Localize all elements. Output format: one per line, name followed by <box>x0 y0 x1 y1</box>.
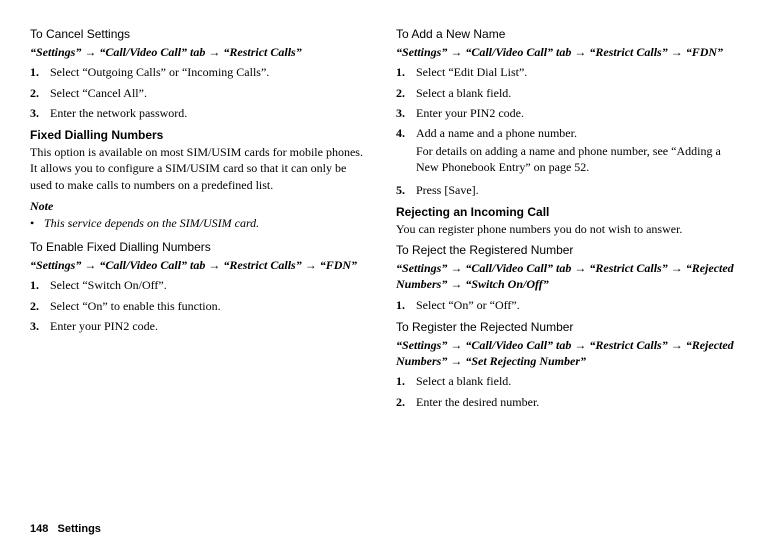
note-body-row: • This service depends on the SIM/USIM c… <box>30 215 368 231</box>
step-text: Select “Outgoing Calls” or “Incoming Cal… <box>50 64 368 80</box>
step-number: 2. <box>396 85 416 101</box>
step-text: Select “Edit Dial List”. <box>416 64 734 80</box>
left-column: To Cancel Settings “Settings” → “Call/Vi… <box>30 24 368 416</box>
step-number: 4. <box>396 125 416 178</box>
enable-fdn-title: To Enable Fixed Dialling Numbers <box>30 239 368 255</box>
step-number: 2. <box>30 85 50 101</box>
bullet-icon: • <box>30 215 44 231</box>
step-subnote: For details on adding a name and phone n… <box>416 143 734 175</box>
step-number: 2. <box>30 298 50 314</box>
step-text: Select a blank field. <box>416 85 734 101</box>
section-name: Settings <box>58 523 101 535</box>
step-text: Enter your PIN2 code. <box>50 318 368 334</box>
reject-call-title: Rejecting an Incoming Call <box>396 204 734 220</box>
step-number: 1. <box>396 297 416 313</box>
cancel-settings-title: To Cancel Settings <box>30 26 368 42</box>
step-text-inner: Add a name and a phone number. <box>416 126 577 140</box>
step-number: 3. <box>30 105 50 121</box>
step-number: 5. <box>396 182 416 198</box>
right-column: To Add a New Name “Settings” → “Call/Vid… <box>396 24 734 416</box>
step-number: 1. <box>396 373 416 389</box>
reject-registered-title: To Reject the Registered Number <box>396 242 734 258</box>
page-number: 148 <box>30 523 48 535</box>
step-text: Select a blank field. <box>416 373 734 389</box>
reject-call-body: You can register phone numbers you do no… <box>396 221 734 237</box>
enable-fdn-steps: 1.Select “Switch On/Off”. 2.Select “On” … <box>30 277 368 334</box>
step-text: Enter your PIN2 code. <box>416 105 734 121</box>
page-content: To Cancel Settings “Settings” → “Call/Vi… <box>30 24 734 416</box>
step-text: Press [Save]. <box>416 182 734 198</box>
add-name-path: “Settings” → “Call/Video Call” tab → “Re… <box>396 44 734 60</box>
step-text: Select “Switch On/Off”. <box>50 277 368 293</box>
register-rejected-title: To Register the Rejected Number <box>396 319 734 335</box>
step-number: 2. <box>396 394 416 410</box>
register-rejected-path: “Settings” → “Call/Video Call” tab → “Re… <box>396 337 734 369</box>
cancel-settings-steps: 1.Select “Outgoing Calls” or “Incoming C… <box>30 64 368 121</box>
add-name-title: To Add a New Name <box>396 26 734 42</box>
step-text: Select “Cancel All”. <box>50 85 368 101</box>
note-body: This service depends on the SIM/USIM car… <box>44 215 259 231</box>
step-text: Select “On” or “Off”. <box>416 297 734 313</box>
step-text: Enter the network password. <box>50 105 368 121</box>
reject-registered-steps: 1.Select “On” or “Off”. <box>396 297 734 313</box>
note-heading: Note <box>30 198 368 214</box>
step-number: 3. <box>396 105 416 121</box>
step-number: 1. <box>30 277 50 293</box>
fdn-title: Fixed Dialling Numbers <box>30 127 368 143</box>
page-footer: 148 Settings <box>30 522 101 537</box>
register-rejected-steps: 1.Select a blank field. 2.Enter the desi… <box>396 373 734 409</box>
step-text: Add a name and a phone number. For detai… <box>416 125 734 178</box>
step-number: 1. <box>30 64 50 80</box>
reject-registered-path: “Settings” → “Call/Video Call” tab → “Re… <box>396 260 734 292</box>
step-number: 1. <box>396 64 416 80</box>
step-number: 3. <box>30 318 50 334</box>
enable-fdn-path: “Settings” → “Call/Video Call” tab → “Re… <box>30 257 368 273</box>
step-text: Select “On” to enable this function. <box>50 298 368 314</box>
add-name-steps: 1.Select “Edit Dial List”. 2.Select a bl… <box>396 64 734 197</box>
cancel-settings-path: “Settings” → “Call/Video Call” tab → “Re… <box>30 44 368 60</box>
fdn-body: This option is available on most SIM/USI… <box>30 144 368 193</box>
step-text: Enter the desired number. <box>416 394 734 410</box>
